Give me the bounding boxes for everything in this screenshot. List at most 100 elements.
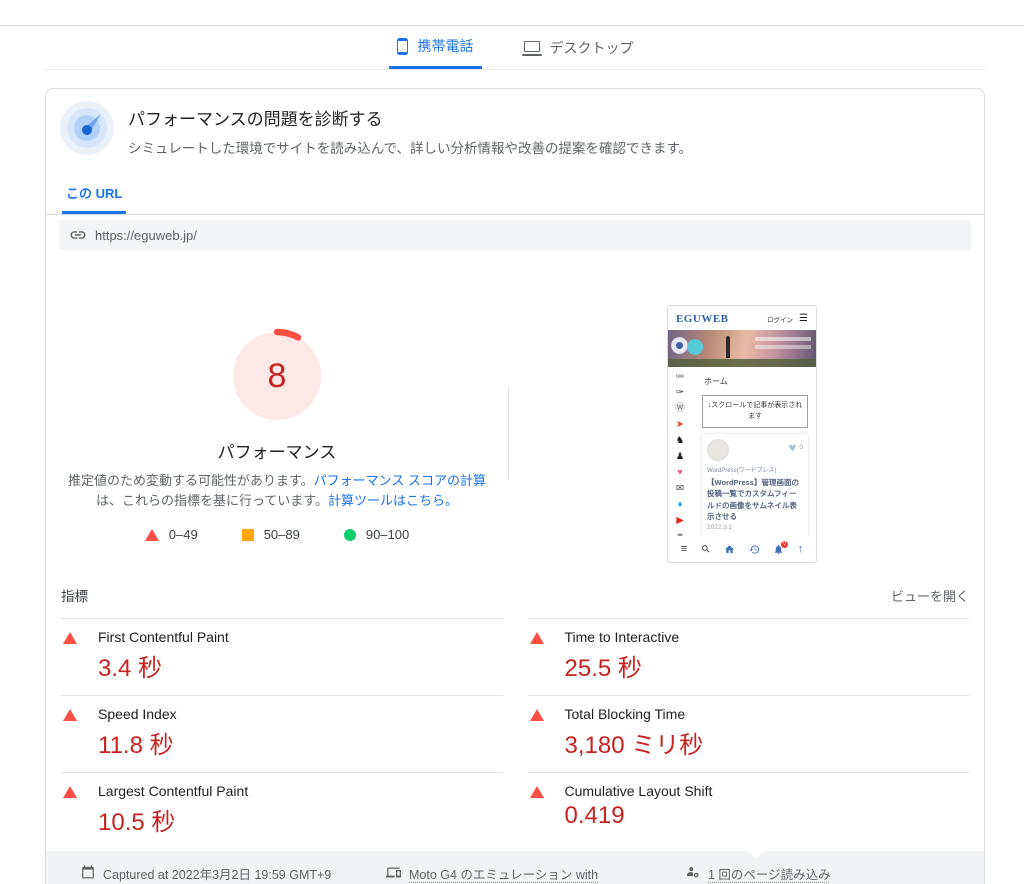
menu-icon: ≡	[681, 543, 687, 555]
metric-largest-contentful-paint: Largest Contentful Paint 10.5 秒	[61, 772, 503, 849]
notifications-icon: 0	[773, 544, 784, 555]
capture-timestamp: Captured at 2022年3月2日 19:59 GMT+9	[81, 864, 386, 884]
score-desc-text-2: は、これらの指標を基に行っています。	[96, 493, 328, 508]
page-subtitle: シミュレートした環境でサイトを読み込んで、詳しい分析情報や改善の提案を確認できま…	[128, 137, 692, 157]
performance-label: パフォーマンス	[218, 438, 337, 463]
tab-mobile[interactable]: 携帯電話	[389, 26, 482, 69]
legend-fail-range: 0–49	[169, 527, 198, 542]
metric-name: Cumulative Layout Shift	[565, 783, 713, 799]
wordpress-icon: Ⓦ	[675, 404, 685, 414]
metric-name: Total Blocking Time	[565, 706, 704, 722]
thumb-teal-badge	[687, 339, 703, 355]
metric-time-to-interactive: Time to Interactive 25.5 秒	[528, 618, 970, 695]
thumb-article-category: WordPress(ワードプレス)	[707, 465, 803, 474]
link-icon	[69, 226, 87, 244]
site-screenshot-thumbnail: EGUWEB ログイン ☰ ≔ ✑ Ⓦ ➤ ♞ ♟ ♥ ✉ ♦ ▶	[667, 305, 817, 563]
thumb-hero-image	[668, 330, 816, 367]
fail-triangle-icon	[530, 632, 544, 644]
metric-cumulative-layout-shift: Cumulative Layout Shift 0.419	[528, 772, 970, 842]
metrics-title: 指標	[61, 585, 88, 605]
metric-value: 3,180 ミリ秒	[565, 725, 704, 760]
score-section: 8 パフォーマンス 推定値のため変動する可能性があります。パフォーマンス スコア…	[46, 250, 984, 572]
bird-icon: ♞	[676, 436, 685, 446]
metric-total-blocking-time: Total Blocking Time 3,180 ミリ秒	[528, 695, 970, 772]
twitter-icon: ♦	[678, 500, 683, 510]
heart-icon: ♥	[677, 468, 683, 478]
page-title: パフォーマンスの問題を診断する	[128, 105, 692, 130]
legend-pass-range: 90–100	[366, 527, 409, 542]
thumb-bottom-nav: ≡ 0 ↑	[668, 536, 816, 562]
thumb-like-count: 0	[799, 444, 803, 451]
calendar-icon	[81, 865, 95, 879]
tab-desktop-label: デスクトップ	[550, 38, 634, 58]
search-icon	[701, 544, 711, 554]
metric-speed-index: Speed Index 11.8 秒	[61, 695, 503, 772]
metric-name: Time to Interactive	[565, 629, 680, 645]
performance-score-value: 8	[229, 328, 325, 424]
performance-score-gauge: 8	[229, 328, 325, 424]
fail-triangle-icon	[530, 709, 544, 721]
thumb-wp-badge	[671, 337, 688, 354]
person-gear-icon	[686, 865, 700, 879]
mail-icon: ✉	[676, 484, 684, 494]
scroll-top-icon: ↑	[798, 543, 804, 555]
metric-value: 10.5 秒	[98, 802, 248, 837]
tab-desktop[interactable]: デスクトップ	[516, 26, 642, 69]
capture-info-footer: Captured at 2022年3月2日 19:59 GMT+9 Moto G…	[46, 851, 984, 884]
thumb-hero-caption	[755, 337, 811, 341]
vertical-divider	[508, 387, 509, 479]
open-view-button[interactable]: ビューを開く	[891, 586, 969, 605]
fail-triangle-icon	[530, 786, 544, 798]
fail-triangle-icon	[145, 529, 159, 541]
list-icon: ≔	[675, 372, 685, 382]
metric-value: 3.4 秒	[98, 648, 229, 683]
report-header: パフォーマンスの問題を診断する シミュレートした環境でサイトを読み込んで、詳しい…	[46, 89, 984, 167]
url-bar: https://eguweb.jp/	[59, 220, 971, 250]
thumb-person-silhouette	[726, 336, 730, 358]
emulation-info[interactable]: Moto G4 のエミュレーション with Lighthouse 9.3.0	[386, 864, 686, 884]
home-icon	[724, 544, 735, 555]
legend-average: 50–89	[242, 527, 300, 542]
thumb-avatar	[707, 439, 729, 461]
thumb-login-label: ログイン	[767, 314, 793, 324]
thumb-heart-icon: ♥	[789, 441, 797, 454]
device-tabbar: 携帯電話 デスクトップ	[0, 0, 1024, 70]
thumb-scroll-note: ↓スクロールで記事が表示されます	[702, 395, 808, 428]
person-icon: ♟	[676, 452, 685, 462]
analyzed-url: https://eguweb.jp/	[95, 228, 197, 243]
legend-average-range: 50–89	[264, 527, 300, 542]
average-square-icon	[242, 529, 254, 541]
metric-value: 11.8 秒	[98, 725, 177, 760]
metric-value: 0.419	[565, 802, 713, 830]
tab-mobile-label: 携帯電話	[418, 36, 474, 56]
metric-name: Speed Index	[98, 706, 177, 722]
metrics-section: 指標 ビューを開く First Contentful Paint 3.4 秒 S…	[46, 572, 984, 849]
notification-badge: 0	[781, 541, 788, 548]
pass-circle-icon	[344, 529, 356, 541]
tab-this-url[interactable]: この URL	[62, 183, 126, 214]
metric-first-contentful-paint: First Contentful Paint 3.4 秒	[61, 618, 503, 695]
score-desc-text-1: 推定値のため変動する可能性があります。	[68, 473, 314, 488]
thumb-home-label: ホーム	[704, 376, 810, 387]
thumb-article-date: 2022.3.2	[707, 524, 803, 531]
report-card: パフォーマンスの問題を診断する シミュレートした環境でサイトを読み込んで、詳しい…	[45, 88, 985, 884]
legend-fail: 0–49	[145, 527, 198, 542]
calc-tool-link[interactable]: 計算ツールはこちら。	[328, 493, 458, 508]
thumb-sidebar-icon-rail: ≔ ✑ Ⓦ ➤ ♞ ♟ ♥ ✉ ♦ ▶ ≡	[671, 372, 689, 542]
history-icon	[749, 544, 760, 555]
thumb-hamburger-icon: ☰	[799, 314, 808, 324]
legend-pass: 90–100	[344, 527, 409, 542]
fail-triangle-icon	[63, 632, 77, 644]
fail-triangle-icon	[63, 709, 77, 721]
youtube-icon: ▶	[676, 516, 683, 526]
score-calc-link[interactable]: パフォーマンス スコアの計算	[314, 473, 486, 488]
score-description: 推定値のため変動する可能性があります。パフォーマンス スコアの計算は、これらの指…	[65, 471, 489, 511]
metric-value: 25.5 秒	[565, 648, 680, 683]
url-tab-strip: この URL	[46, 167, 984, 215]
desktop-icon	[524, 41, 540, 52]
fail-triangle-icon	[63, 786, 77, 798]
page-load-info[interactable]: 1 回のページ読み込み	[686, 864, 831, 884]
metric-name: First Contentful Paint	[98, 629, 229, 645]
mobile-phone-icon	[397, 38, 408, 55]
school-icon: ✑	[676, 388, 684, 398]
